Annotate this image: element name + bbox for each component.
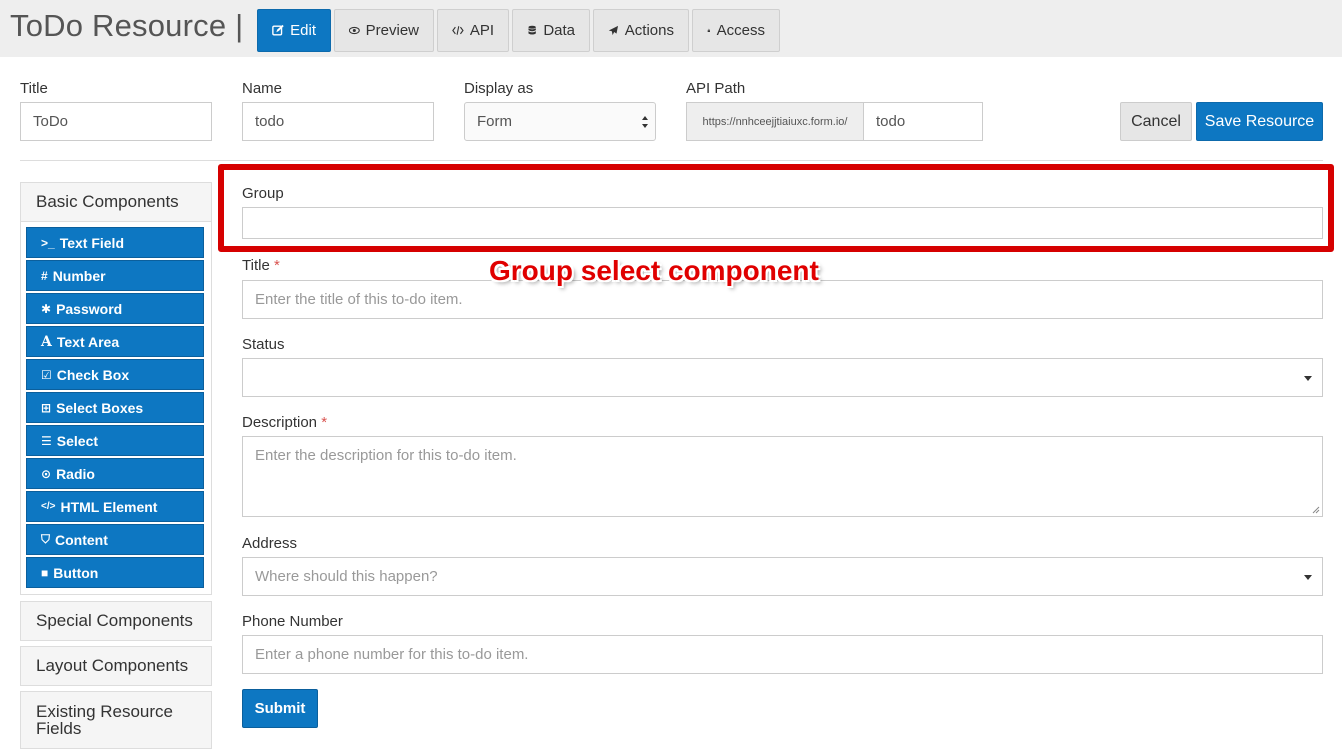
component-label: Text Field <box>59 234 124 251</box>
list-icon: ☰ <box>41 433 52 448</box>
component-label: Select Boxes <box>56 399 144 416</box>
title-label: Title <box>20 80 48 97</box>
code-icon: </> <box>41 501 56 512</box>
html5-icon: ⛉ <box>41 532 51 546</box>
todo-title-label: Title * <box>242 257 280 274</box>
component-check-box[interactable]: ☑ Check Box <box>26 359 204 390</box>
code-icon <box>452 26 464 35</box>
component-number[interactable]: # Number <box>26 260 204 291</box>
tab-edit[interactable]: Edit <box>257 9 331 52</box>
component-html-element[interactable]: </> HTML Element <box>26 491 204 522</box>
special-components-heading[interactable]: Special Components <box>20 601 212 641</box>
address-select[interactable]: Where should this happen? <box>242 557 1323 596</box>
required-marker: * <box>321 414 328 431</box>
tab-label: Actions <box>624 22 674 39</box>
caret-down-icon <box>1304 575 1312 580</box>
component-select[interactable]: ☰ Select <box>26 425 204 456</box>
tab-label: Preview <box>365 22 419 39</box>
submit-button[interactable]: Submit <box>242 689 318 728</box>
component-label: Content <box>55 531 108 548</box>
page-title: ToDo Resource | <box>10 8 244 43</box>
tab-label: Access <box>716 22 765 39</box>
edit-icon <box>272 24 284 36</box>
component-button[interactable]: ■ Button <box>26 557 204 588</box>
description-label: Description * <box>242 414 327 431</box>
existing-resource-fields-heading[interactable]: Existing Resource Fields <box>20 691 212 749</box>
resize-handle-icon[interactable] <box>1312 506 1320 514</box>
display-as-value: Form <box>477 113 512 130</box>
tab-data[interactable]: Data <box>512 9 590 52</box>
address-placeholder: Where should this happen? <box>255 568 438 585</box>
component-select-boxes[interactable]: ⊞ Select Boxes <box>26 392 204 423</box>
display-as-select[interactable]: Form <box>464 102 656 141</box>
save-resource-button[interactable]: Save Resource <box>1196 102 1323 141</box>
api-path-label: API Path <box>686 80 746 97</box>
tab-label: Edit <box>290 22 316 39</box>
paper-plane-icon <box>608 25 619 36</box>
name-input[interactable]: todo <box>242 102 434 141</box>
component-text-area[interactable]: A Text Area <box>26 326 204 357</box>
phone-label: Phone Number <box>242 613 343 630</box>
component-label: HTML Element <box>60 498 158 515</box>
component-content[interactable]: ⛉ Content <box>26 524 204 555</box>
component-radio[interactable]: ⊙ Radio <box>26 458 204 489</box>
component-label: Select <box>56 432 99 449</box>
tab-label: Data <box>543 22 575 39</box>
layout-components-heading[interactable]: Layout Components <box>20 646 212 686</box>
label-text: Title <box>242 257 270 274</box>
stop-icon: ■ <box>41 565 49 580</box>
database-icon <box>528 25 536 35</box>
check-square-icon: ☑ <box>41 367 52 382</box>
tab-access[interactable]: Access <box>692 9 780 52</box>
description-textarea[interactable]: Enter the description for this to-do ite… <box>242 436 1323 517</box>
lock-icon <box>707 28 710 33</box>
status-select[interactable] <box>242 358 1323 397</box>
tab-actions[interactable]: Actions <box>593 9 689 52</box>
top-bar: ToDo Resource | Edit Preview API Data Ac… <box>0 0 1342 57</box>
component-label: Check Box <box>56 366 130 383</box>
component-label: Text Area <box>56 333 120 350</box>
label-text: Description <box>242 414 318 431</box>
api-path-prefix: https://nnhceejjtiaiuxc.form.io/ <box>686 102 864 141</box>
dot-circle-icon: ⊙ <box>41 466 52 481</box>
component-label: Password <box>56 300 123 317</box>
tab-bar: Edit Preview API Data Actions Access <box>257 9 780 52</box>
name-label: Name <box>242 80 283 97</box>
tab-api[interactable]: API <box>437 9 509 52</box>
phone-input[interactable]: Enter a phone number for this to-do item… <box>242 635 1323 674</box>
description-placeholder: Enter the description for this to-do ite… <box>255 447 517 464</box>
api-path-input[interactable]: todo <box>863 102 983 141</box>
plus-square-icon: ⊞ <box>41 400 52 415</box>
terminal-icon: >_ <box>41 235 55 250</box>
address-label: Address <box>242 535 298 552</box>
cancel-button[interactable]: Cancel <box>1120 102 1192 141</box>
caret-down-icon <box>1304 376 1312 381</box>
divider <box>20 160 1323 161</box>
component-label: Radio <box>56 465 95 482</box>
font-icon: A <box>41 333 52 350</box>
status-label: Status <box>242 336 285 353</box>
component-text-field[interactable]: >_ Text Field <box>26 227 204 258</box>
display-as-label: Display as <box>464 80 534 97</box>
hashtag-icon: # <box>41 268 48 283</box>
select-arrows-icon <box>642 116 648 128</box>
component-label: Button <box>53 564 99 581</box>
title-input[interactable]: ToDo <box>20 102 212 141</box>
tab-label: API <box>469 22 494 39</box>
eye-icon <box>349 26 360 35</box>
component-label: Number <box>52 267 106 284</box>
annotation-highlight-box <box>218 164 1334 252</box>
required-marker: * <box>273 257 280 274</box>
asterisk-icon: ✱ <box>41 301 52 316</box>
annotation-label: Group select component <box>489 255 819 286</box>
tab-preview[interactable]: Preview <box>334 9 434 52</box>
basic-components-heading[interactable]: Basic Components <box>20 182 212 222</box>
component-password[interactable]: ✱ Password <box>26 293 204 324</box>
